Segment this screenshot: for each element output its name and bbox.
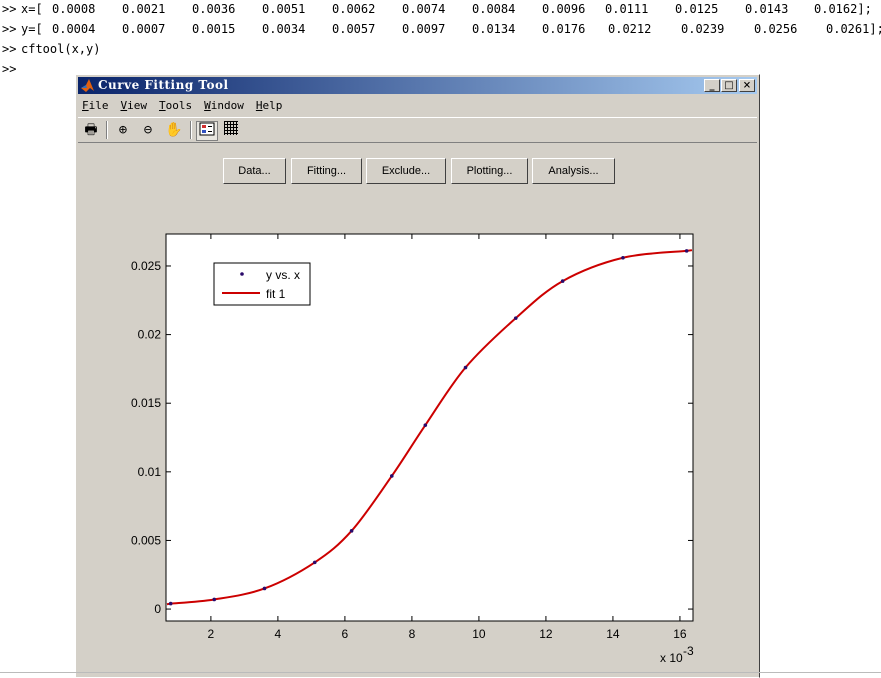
exclude-button[interactable]: Exclude... bbox=[366, 158, 446, 184]
console-value: 0.0096 bbox=[542, 2, 586, 16]
console-value: 0.0143 bbox=[745, 2, 789, 16]
console-value: 0.0097 bbox=[402, 22, 446, 36]
console-value: 0.0111 bbox=[605, 2, 649, 16]
plotting-button[interactable]: Plotting... bbox=[451, 158, 528, 184]
console-value: 0.0015 bbox=[192, 22, 236, 36]
toolbar: 🖶 ⊕ ⊖ ✋ bbox=[78, 117, 757, 143]
prompt: >> bbox=[2, 42, 17, 56]
menu-view[interactable]: View bbox=[121, 97, 148, 115]
console-value: 0.0212 bbox=[608, 22, 652, 36]
console-value: 0.0125 bbox=[675, 2, 719, 16]
prompt: >> bbox=[2, 22, 17, 36]
menu-window[interactable]: Window bbox=[204, 97, 244, 115]
title-bar[interactable]: Curve Fitting Tool _ □ × bbox=[78, 77, 757, 94]
console-value: 0.0134 bbox=[472, 22, 516, 36]
console-value: 0.0256 bbox=[754, 22, 798, 36]
console-value: 0.0074 bbox=[402, 2, 446, 16]
toolbar-separator bbox=[190, 121, 192, 139]
pan-hand-icon[interactable]: ✋ bbox=[164, 121, 184, 139]
print-icon[interactable]: 🖶 bbox=[81, 121, 101, 139]
maximize-button[interactable]: □ bbox=[721, 79, 737, 92]
minimize-button[interactable]: _ bbox=[704, 79, 720, 92]
console-value: 0.0051 bbox=[262, 2, 306, 16]
prompt: >> bbox=[2, 62, 17, 76]
console-value: 0.0004 bbox=[52, 22, 96, 36]
console-value: 0.0007 bbox=[122, 22, 166, 36]
toolbar-separator bbox=[106, 121, 108, 139]
grid-icon[interactable] bbox=[221, 121, 241, 139]
console-value: 0.0176 bbox=[542, 22, 586, 36]
data-button[interactable]: Data... bbox=[223, 158, 286, 184]
menu-tools[interactable]: Tools bbox=[159, 97, 192, 115]
prompt: >> bbox=[2, 2, 17, 16]
divider bbox=[0, 672, 881, 673]
console-value: 0.0036 bbox=[192, 2, 236, 16]
console-value: 0.0162]; bbox=[814, 2, 872, 16]
window-title: Curve Fitting Tool bbox=[98, 78, 229, 92]
console-value: 0.0084 bbox=[472, 2, 516, 16]
console-value: 0.0008 bbox=[52, 2, 96, 16]
legend-icon[interactable] bbox=[196, 121, 218, 141]
console-value: 0.0057 bbox=[332, 22, 376, 36]
command-text: x=[ bbox=[21, 2, 43, 16]
matlab-logo-icon bbox=[81, 79, 94, 92]
menu-help[interactable]: Help bbox=[256, 97, 283, 115]
zoom-in-icon[interactable]: ⊕ bbox=[113, 121, 133, 139]
console-value: 0.0062 bbox=[332, 2, 376, 16]
fitting-button[interactable]: Fitting... bbox=[291, 158, 362, 184]
zoom-out-icon[interactable]: ⊖ bbox=[138, 121, 158, 139]
analysis-button[interactable]: Analysis... bbox=[532, 158, 615, 184]
close-button[interactable]: × bbox=[739, 79, 755, 92]
menu-file[interactable]: File bbox=[82, 97, 109, 115]
console-value: 0.0239 bbox=[681, 22, 725, 36]
console-value: 0.0034 bbox=[262, 22, 306, 36]
console-value: 0.0021 bbox=[122, 2, 166, 16]
command-text: y=[ bbox=[21, 22, 43, 36]
console-value: 0.0261]; bbox=[826, 22, 881, 36]
curve-fitting-tool-window: Curve Fitting Tool _ □ × File View Tools… bbox=[75, 74, 760, 678]
menu-bar: File View Tools Window Help bbox=[82, 97, 294, 115]
command-text: cftool(x,y) bbox=[21, 42, 101, 56]
